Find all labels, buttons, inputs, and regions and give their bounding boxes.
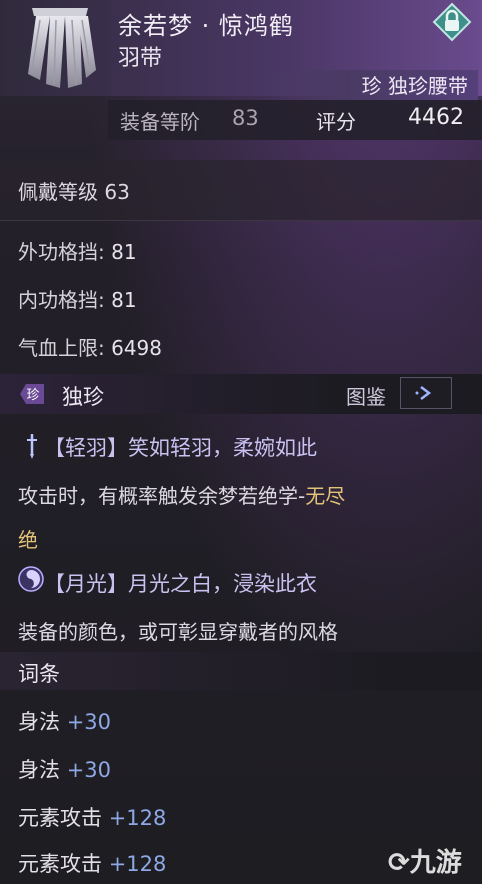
rarity-label: 珍 独珍腰带 [262, 70, 478, 102]
affix-value: +30 [66, 758, 112, 782]
affix-label: 身法 [18, 758, 60, 782]
item-type: 羽带 [118, 46, 163, 71]
watermark-icon: ⟳ [388, 848, 410, 878]
stat-label: 外功格挡: [18, 240, 105, 264]
watermark-text: 九游 [409, 848, 462, 878]
stat-label: 内功格挡: [18, 288, 105, 312]
atlas-button[interactable] [400, 377, 452, 409]
affix-row: 元素攻击 +128 [18, 848, 166, 878]
stat-inner-block: 内功格挡: 81 [18, 284, 137, 313]
affix-label: 元素攻击 [18, 852, 102, 876]
affix-label: 元素攻击 [18, 806, 102, 830]
score-value: 4462 [408, 105, 464, 130]
item-name: 余若梦 · 惊鸿鹤 [118, 12, 294, 40]
wear-level: 佩戴等级 63 [18, 180, 130, 204]
divider [0, 220, 482, 221]
stat-outer-block: 外功格挡: 81 [18, 236, 137, 265]
stat-value: 81 [111, 240, 137, 264]
watermark-logo: ⟳九游 [388, 842, 462, 879]
rank-score-row: 装备等阶 83 评分 4462 [108, 100, 482, 140]
equip-rank-label: 装备等阶 [120, 110, 200, 134]
chevron-right-icon [415, 386, 432, 400]
atlas-label: 图鉴 [346, 385, 386, 409]
skill-description-highlight: 绝 [18, 528, 38, 552]
affix-row: 身法 +30 [18, 754, 111, 784]
affix-section-header: 词条 [0, 652, 482, 690]
affix-value: +30 [66, 710, 112, 734]
unique-badge-text: 珍 [26, 388, 39, 403]
skill-description: 装备的颜色，或可彰显穿戴者的风格 [18, 620, 338, 644]
skill-desc-highlight: 无尽 [305, 484, 346, 508]
equip-rank-value: 83 [232, 106, 259, 130]
unique-section-header: 珍 独珍 图鉴 [0, 374, 482, 414]
unique-title: 独珍 [62, 385, 104, 409]
skill-name: 【轻羽】笑如轻羽，柔婉如此 [44, 436, 317, 460]
affix-value: +128 [108, 806, 167, 830]
sword-icon [27, 434, 37, 459]
stat-label: 气血上限: [18, 336, 105, 360]
item-tooltip-panel: 余若梦 · 惊鸿鹤 羽带 珍 独珍腰带 装备等阶 83 评分 4462 佩戴等级… [0, 0, 482, 884]
feather-sash-icon [28, 8, 96, 88]
lock-icon[interactable] [432, 2, 472, 42]
unique-badge-icon: 珍 [20, 384, 44, 404]
stat-value: 81 [111, 288, 137, 312]
skill-name: 【月光】月光之白，浸染此衣 [44, 572, 317, 596]
score-label: 评分 [316, 110, 356, 134]
stat-max-hp: 气血上限: 6498 [18, 332, 162, 361]
affix-value: +128 [108, 852, 167, 876]
skill-description-line: 攻击时，有概率触发余梦若绝学-无尽 [18, 480, 345, 509]
affix-title: 词条 [18, 662, 60, 686]
skill-desc-text: 攻击时，有概率触发余梦若绝学- [18, 484, 306, 508]
affix-row: 元素攻击 +128 [18, 802, 166, 832]
moon-swirl-icon [18, 566, 44, 592]
affix-row: 身法 +30 [18, 706, 111, 736]
item-header: 余若梦 · 惊鸿鹤 羽带 珍 独珍腰带 [0, 0, 482, 102]
stat-value: 6498 [111, 336, 163, 360]
affix-label: 身法 [18, 710, 60, 734]
